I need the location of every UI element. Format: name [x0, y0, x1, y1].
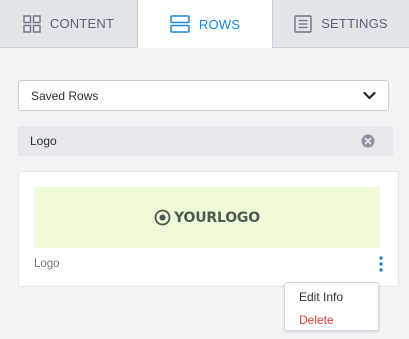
tab-content-label: CONTENT [49, 16, 115, 31]
saved-row-card[interactable]: YOURLOGO Logo [18, 171, 399, 287]
tab-bar: CONTENT ROWS SETTINGS [0, 0, 409, 48]
kebab-menu-icon[interactable] [374, 255, 388, 273]
settings-list-icon [294, 14, 312, 33]
row-context-menu: Edit Info Delete [284, 282, 379, 331]
tab-rows-label: ROWS [198, 16, 241, 32]
row-label: Logo [34, 258, 60, 270]
logo-text: YOURLOGO [174, 209, 260, 226]
search-input[interactable]: Logo [18, 126, 393, 156]
clear-icon[interactable] [361, 134, 375, 151]
tab-settings[interactable]: SETTINGS [273, 0, 409, 48]
rows-icon [170, 15, 190, 33]
tab-settings-label: SETTINGS [321, 16, 388, 31]
logo-mark-icon [154, 209, 171, 226]
tab-rows[interactable]: ROWS [137, 0, 273, 48]
chevron-down-icon [363, 90, 376, 104]
logo-placeholder: YOURLOGO [154, 209, 260, 226]
delete-menu-item[interactable]: Delete [299, 313, 334, 327]
grid-icon [23, 14, 41, 33]
tab-content[interactable]: CONTENT [0, 0, 137, 48]
edit-info-menu-item[interactable]: Edit Info [299, 290, 343, 304]
saved-rows-select[interactable]: Saved Rows [18, 80, 389, 111]
row-preview: YOURLOGO [34, 187, 380, 248]
saved-rows-select-value: Saved Rows [31, 88, 99, 103]
search-input-value: Logo [30, 134, 57, 148]
